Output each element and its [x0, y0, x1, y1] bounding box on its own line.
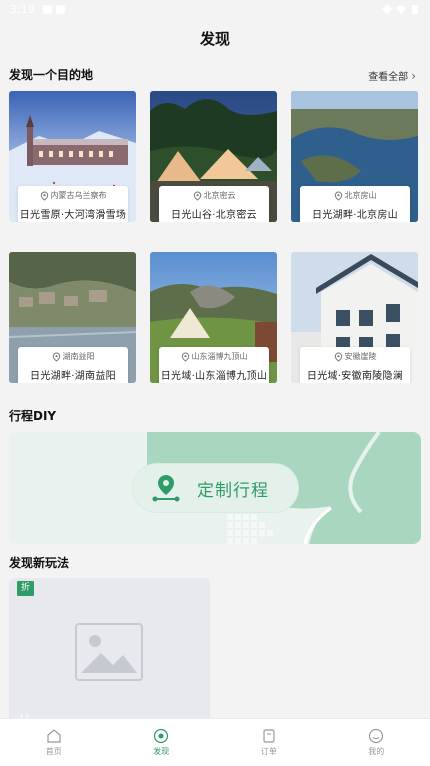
tab-profile[interactable]: 我的: [323, 719, 430, 766]
tab-label: 订单: [260, 747, 277, 756]
location-pin-icon: [40, 190, 48, 201]
new-play-heading: 发现新玩法: [9, 556, 70, 570]
destination-location: 安徽崖陵: [344, 352, 377, 361]
destination-label: 内蒙古乌兰察布 日光雪原·大河湾滑雪场: [18, 186, 128, 222]
destination-name: 日光域·安徽南陵隐澜: [306, 371, 404, 382]
notification-icon: [55, 4, 65, 14]
destination-label: 湖南益阳 日光湖畔·湖南益阳: [18, 347, 128, 383]
destination-label: 山东淄博九顶山 日光域·山东淄博九顶山: [159, 347, 269, 383]
tab-label: 首页: [45, 747, 62, 756]
discover-icon: [154, 728, 169, 744]
destination-card[interactable]: 湖南益阳 日光湖畔·湖南益阳: [9, 252, 136, 383]
location-pin-icon: [52, 351, 60, 362]
status-bar: 3:19: [0, 0, 430, 18]
destination-location: 山东淄博九顶山: [191, 352, 248, 361]
destination-location: 湖南益阳: [62, 352, 95, 361]
destination-name: 日光湖畔·北京房山: [312, 210, 398, 221]
destination-card[interactable]: 安徽崖陵 日光域·安徽南陵隐澜: [291, 252, 418, 383]
see-all-label: 查看全部: [368, 72, 409, 83]
bottom-tab-bar: 首页 发现 订单 我的: [0, 718, 430, 766]
home-icon: [47, 729, 61, 743]
chevron-right-icon: ›: [411, 68, 416, 83]
new-play-card[interactable]: 折 11: [9, 578, 210, 728]
destination-card[interactable]: 北京房山 日光湖畔·北京房山: [291, 91, 418, 222]
signal-icon: [382, 4, 392, 14]
destination-card[interactable]: 内蒙古乌兰察布 日光雪原·大河湾滑雪场: [9, 91, 136, 222]
diy-heading: 行程DIY: [9, 409, 57, 423]
destination-label: 安徽崖陵 日光域·安徽南陵隐澜: [300, 347, 410, 383]
image-placeholder-icon: [75, 623, 143, 681]
status-time: 3:19: [10, 2, 35, 16]
destination-label: 北京密云 日光山谷·北京密云: [159, 186, 269, 222]
order-icon: [263, 729, 275, 743]
destination-label: 北京房山 日光湖畔·北京房山: [300, 186, 410, 222]
location-pin-icon: [181, 351, 189, 362]
custom-trip-banner[interactable]: 定制行程: [9, 432, 421, 544]
notification-icon: [42, 4, 52, 14]
location-pin-icon: [193, 190, 201, 201]
destination-location: 内蒙古乌兰察布: [50, 191, 107, 200]
destination-name: 日光山谷·北京密云: [171, 210, 257, 221]
destination-card[interactable]: 北京密云 日光山谷·北京密云: [150, 91, 277, 222]
location-pin-icon: [334, 351, 342, 362]
destination-name: 日光湖畔·湖南益阳: [30, 371, 116, 382]
destination-name: 日光雪原·大河湾滑雪场: [19, 210, 127, 221]
see-all-link[interactable]: 查看全部 ›: [368, 68, 416, 84]
destination-location: 北京密云: [203, 191, 236, 200]
discount-badge: 折: [17, 581, 34, 596]
custom-trip-button[interactable]: 定制行程: [133, 464, 298, 512]
tab-home[interactable]: 首页: [0, 719, 108, 766]
map-pin-icon: [152, 475, 180, 502]
custom-trip-label: 定制行程: [197, 480, 269, 501]
wifi-icon: [396, 5, 406, 14]
destinations-heading: 发现一个目的地: [9, 68, 94, 82]
destination-name: 日光域·山东淄博九顶山: [160, 371, 268, 382]
location-pin-icon: [334, 190, 342, 201]
page-title: 发现: [199, 30, 230, 48]
tab-label: 发现: [153, 747, 170, 756]
tab-label: 我的: [368, 747, 385, 756]
destination-location: 北京房山: [344, 191, 377, 200]
tab-discover[interactable]: 发现: [108, 719, 216, 766]
profile-icon: [369, 728, 384, 744]
battery-icon: [412, 5, 418, 14]
destination-card[interactable]: 山东淄博九顶山 日光域·山东淄博九顶山: [150, 252, 277, 383]
tab-orders[interactable]: 订单: [215, 719, 323, 766]
